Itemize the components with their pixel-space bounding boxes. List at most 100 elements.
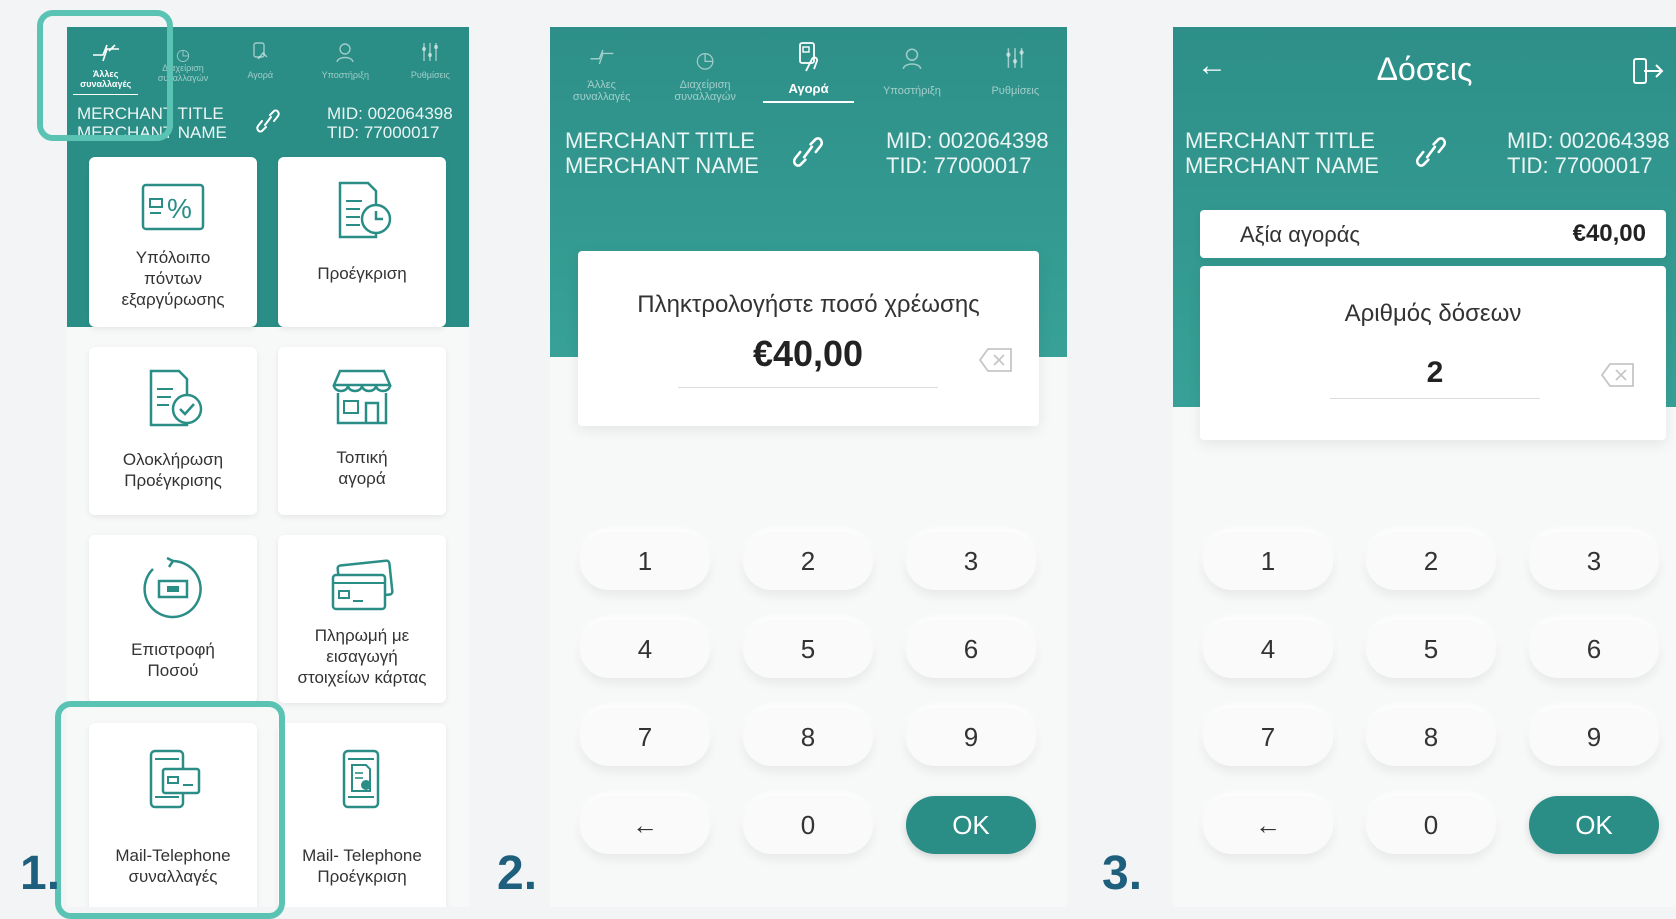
terminal-ids: MID: 002064398 TID: 77000017 (1507, 128, 1670, 178)
nav-label: Υποστήριξη (882, 85, 941, 97)
merchant-name: MERCHANT NAME (1185, 153, 1379, 178)
tile-local-purchase[interactable]: Τοπική αγορά (278, 347, 446, 515)
tile-label: Προέγκριση (317, 264, 407, 283)
step-number-1: 1. (20, 847, 61, 900)
tile-label: Υπόλοιπο (135, 248, 211, 267)
link-icon (786, 131, 830, 178)
tile-label: αγορά (338, 469, 386, 488)
card-tap-icon (222, 41, 299, 71)
backspace-icon[interactable] (978, 347, 1014, 378)
tid-value: TID: 77000017 (1507, 153, 1653, 178)
mid-value: MID: 002064398 (1507, 128, 1670, 153)
top-navigation: Άλλες συναλλαγές ◷ Διαχείριση συναλλαγών Α… (550, 27, 1067, 109)
nav-label: Ρυθμίσεις (410, 70, 450, 80)
key-back[interactable]: ← (580, 796, 710, 854)
nav-label: Αγορά (247, 70, 274, 80)
document-clock-icon (278, 179, 446, 249)
other-transactions-icon (550, 45, 653, 75)
key-5[interactable]: 5 (743, 620, 873, 678)
key-0[interactable]: 0 (743, 796, 873, 854)
tile-label: Προέγκριση (317, 867, 407, 886)
step-number-2: 2. (497, 847, 538, 900)
terminal-ids: MID: 002064398 TID: 77000017 (327, 104, 453, 142)
key-3[interactable]: 3 (1529, 532, 1659, 590)
tile-label: εξαργύρωσης (121, 290, 225, 309)
step-number-3: 3. (1102, 847, 1143, 900)
ok-button[interactable]: OK (906, 796, 1036, 854)
nav-label: συναλλαγές (572, 91, 631, 103)
key-4[interactable]: 4 (580, 620, 710, 678)
mid-value: MID: 002064398 (327, 104, 453, 123)
key-1[interactable]: 1 (580, 532, 710, 590)
key-4[interactable]: 4 (1203, 620, 1333, 678)
nav-purchase[interactable]: Αγορά (222, 27, 299, 99)
key-1[interactable]: 1 (1203, 532, 1333, 590)
amount-input[interactable]: €40,00 (708, 333, 908, 375)
link-icon (251, 105, 285, 142)
tile-preauthorization[interactable]: Προέγκριση (278, 157, 446, 327)
purchase-label: Αξία αγοράς (1240, 222, 1361, 247)
phone-document-icon (278, 747, 446, 817)
tid-value: TID: 77000017 (886, 153, 1032, 178)
tile-refund[interactable]: Επιστροφή Ποσού (89, 535, 257, 703)
tile-label: Επιστροφή (131, 640, 215, 659)
ok-button[interactable]: OK (1529, 796, 1659, 854)
key-8[interactable]: 8 (1366, 708, 1496, 766)
nav-support[interactable]: Υποστήριξη (860, 27, 963, 109)
purchase-value-row: Αξία αγοράς €40,00 (1200, 210, 1666, 258)
support-agent-icon (860, 45, 963, 75)
merchant-name: MERCHANT NAME (565, 153, 759, 178)
tile-points-balance[interactable]: % Υπόλοιπο πόντων εξαργύρωσης (89, 157, 257, 327)
key-6[interactable]: 6 (906, 620, 1036, 678)
key-7[interactable]: 7 (1203, 708, 1333, 766)
key-7[interactable]: 7 (580, 708, 710, 766)
key-2[interactable]: 2 (1366, 532, 1496, 590)
tile-mail-telephone-preauth[interactable]: Mail- Telephone Προέγκριση (278, 723, 446, 907)
nav-label: Ρυθμίσεις (991, 85, 1040, 97)
nav-label: συναλλαγών (674, 91, 736, 103)
nav-label: Διαχείριση (679, 79, 731, 91)
tile-preauth-completion[interactable]: Ολοκλήρωση Προέγκρισης (89, 347, 257, 515)
nav-transaction-management[interactable]: ◷ Διαχείριση συναλλαγών (653, 27, 756, 109)
key-3[interactable]: 3 (906, 532, 1036, 590)
installments-underline (1330, 398, 1540, 399)
highlight-other-transactions (37, 10, 173, 141)
sliders-icon (964, 45, 1067, 75)
tile-label: εισαγωγή (326, 647, 398, 666)
key-2[interactable]: 2 (743, 532, 873, 590)
nav-purchase[interactable]: Αγορά (757, 27, 860, 109)
amount-underline (678, 387, 938, 388)
key-9[interactable]: 9 (906, 708, 1036, 766)
nav-label: Υποστήριξη (321, 70, 369, 80)
tile-label: Mail- Telephone (302, 846, 422, 865)
purchase-amount: €40,00 (1572, 220, 1646, 247)
exit-icon[interactable] (1630, 55, 1666, 92)
refund-icon (89, 557, 257, 627)
merchant-info: MERCHANT TITLE MERCHANT NAME (565, 128, 759, 178)
installments-card: Αριθμός δόσεων 2 (1200, 266, 1666, 440)
amount-card: Πληκτρολογήστε ποσό χρέωσης €40,00 (578, 251, 1039, 426)
nav-other-transactions[interactable]: Άλλες συναλλαγές (550, 27, 653, 109)
key-6[interactable]: 6 (1529, 620, 1659, 678)
nav-settings[interactable]: Ρυθμίσεις (392, 27, 469, 99)
amount-prompt: Πληκτρολογήστε ποσό χρέωσης (637, 291, 980, 318)
key-5[interactable]: 5 (1366, 620, 1496, 678)
tile-label: πόντων (144, 269, 202, 288)
key-9[interactable]: 9 (1529, 708, 1659, 766)
nav-support[interactable]: Υποστήριξη (299, 27, 392, 99)
key-back[interactable]: ← (1203, 796, 1333, 854)
tile-manual-card-entry[interactable]: Πληρωμή με εισαγωγή στοιχείων κάρτας (278, 535, 446, 703)
link-icon (1409, 131, 1453, 178)
terminal-ids: MID: 002064398 TID: 77000017 (886, 128, 1049, 178)
key-8[interactable]: 8 (743, 708, 873, 766)
support-agent-icon (299, 41, 392, 71)
backspace-icon[interactable] (1600, 362, 1636, 393)
percent-card-icon: % (89, 183, 257, 253)
card-tap-icon (757, 41, 860, 72)
sliders-icon (392, 41, 469, 71)
nav-settings[interactable]: Ρυθμίσεις (964, 27, 1067, 109)
installments-input[interactable]: 2 (1390, 356, 1480, 390)
cards-icon (278, 559, 446, 629)
key-0[interactable]: 0 (1366, 796, 1496, 854)
installments-prompt: Αριθμός δόσεων (1344, 300, 1522, 327)
